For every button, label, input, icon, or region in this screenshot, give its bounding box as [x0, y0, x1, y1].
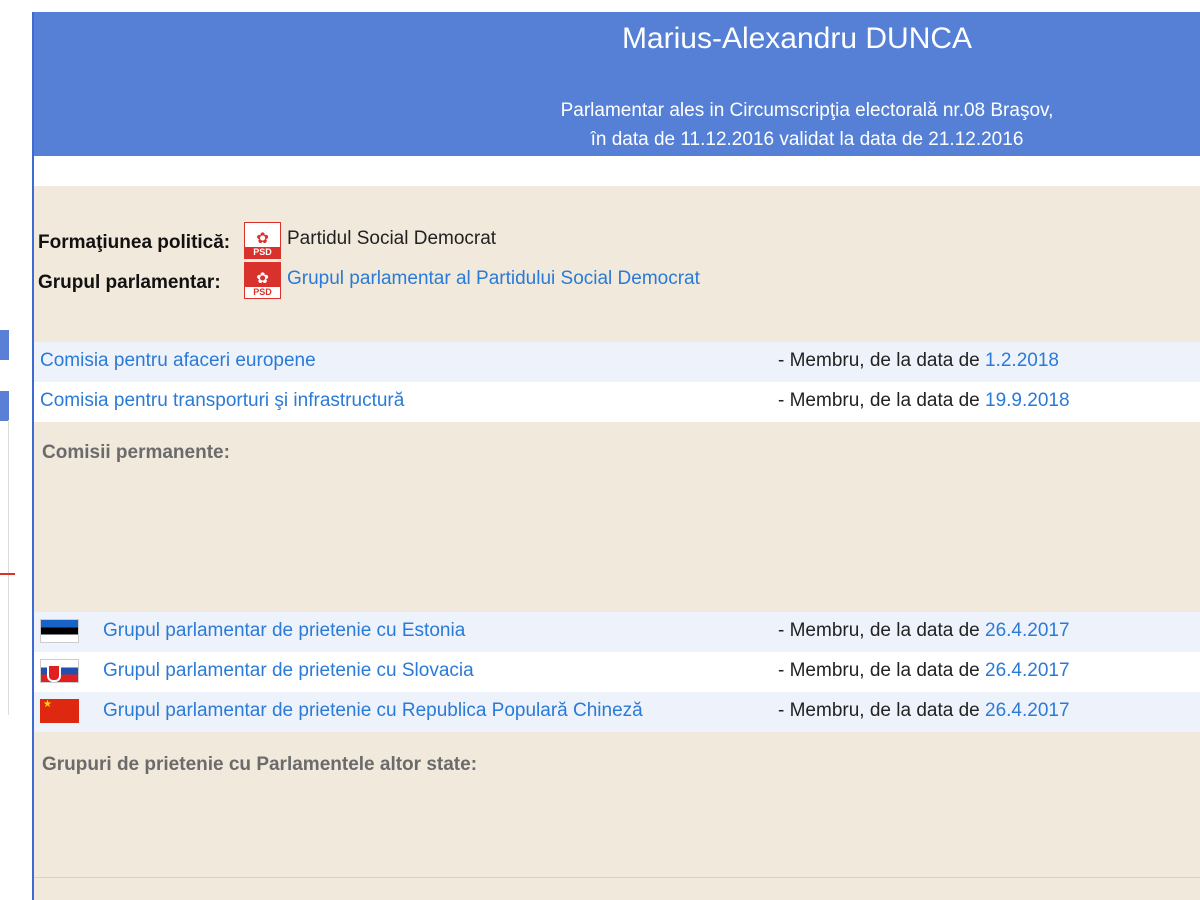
friendship-groups-section: Grupuri de prietenie cu Parlamentele alt… — [34, 732, 1200, 878]
slovakia-flag-icon — [40, 659, 79, 683]
membership-role: - Membru, de la data de — [778, 350, 985, 371]
section-title: Grupuri de prietenie cu Parlamentele alt… — [42, 754, 478, 775]
membership-date-link[interactable]: 19.9.2018 — [985, 390, 1070, 411]
sidebar-tab-fragment[interactable] — [0, 330, 9, 360]
membership-role: - Membru, de la data de — [778, 390, 985, 411]
commission-link[interactable]: Comisia pentru afaceri europene — [40, 350, 316, 372]
china-flag-icon — [40, 699, 79, 723]
friendship-group-link[interactable]: Grupul parlamentar de prietenie cu Repub… — [103, 700, 643, 722]
friendship-row: Grupul parlamentar de prietenie cu Slova… — [34, 652, 1200, 692]
friendship-group-link[interactable]: Grupul parlamentar de prietenie cu Eston… — [103, 620, 465, 642]
deputy-name: Marius-Alexandru DUNCA — [621, 22, 973, 55]
rose-icon: ✿ — [256, 230, 269, 247]
membership-date-link[interactable]: 26.4.2017 — [985, 620, 1070, 641]
deputy-profile-panel: Marius-Alexandru DUNCA Parlamentar ales … — [32, 12, 1200, 900]
membership-info: - Membru, de la data de 26.4.2017 — [778, 620, 1070, 642]
election-info-line2: în data de 11.12.2016 validat la data de… — [590, 129, 1024, 150]
membership-info: - Membru, de la data de 19.9.2018 — [778, 390, 1070, 412]
left-sidebar-fragment — [0, 0, 33, 900]
friendship-row: Grupul parlamentar de prietenie cu Eston… — [34, 612, 1200, 652]
formation-value: Partidul Social Democrat — [287, 228, 497, 249]
psd-logo-text: PSD — [245, 247, 280, 258]
membership-info: - Membru, de la data de 1.2.2018 — [778, 350, 1059, 372]
membership-role: - Membru, de la data de — [778, 700, 985, 721]
psd-logo-text: PSD — [245, 287, 280, 298]
psd-group-logo-icon: ✿ PSD — [244, 262, 281, 299]
party-info: Formaţiunea politică: ✿ PSD Partidul Soc… — [34, 186, 1200, 342]
election-info-line1: Parlamentar ales in Circumscripţia elect… — [560, 100, 1054, 121]
election-info: Parlamentar ales in Circumscripţia elect… — [34, 96, 1200, 154]
sidebar-tab-fragment[interactable] — [0, 391, 9, 421]
friendship-group-link[interactable]: Grupul parlamentar de prietenie cu Slova… — [103, 660, 474, 682]
estonia-flag-icon — [40, 619, 79, 643]
membership-role: - Membru, de la data de — [778, 620, 985, 641]
formation-label: Formaţiunea politică: — [38, 232, 231, 253]
header-spacer — [34, 156, 1200, 186]
membership-role: - Membru, de la data de — [778, 660, 985, 681]
commission-link[interactable]: Comisia pentru transporturi şi infrastru… — [40, 390, 404, 412]
membership-date-link[interactable]: 1.2.2018 — [985, 350, 1059, 371]
profile-header: Marius-Alexandru DUNCA Parlamentar ales … — [34, 12, 1200, 156]
permanent-commissions-section: Comisii permanente: — [34, 422, 1200, 612]
psd-logo-icon: ✿ PSD — [244, 222, 281, 259]
commission-row: Comisia pentru afaceri europene - Membru… — [34, 342, 1200, 382]
group-label: Grupul parlamentar: — [38, 272, 221, 293]
section-title: Comisii permanente: — [42, 442, 230, 463]
membership-date-link[interactable]: 26.4.2017 — [985, 660, 1070, 681]
membership-info: - Membru, de la data de 26.4.2017 — [778, 660, 1070, 682]
sidebar-marker — [0, 573, 15, 575]
rose-icon: ✿ — [256, 270, 269, 287]
group-link[interactable]: Grupul parlamentar al Partidului Social … — [287, 268, 700, 290]
commission-row: Comisia pentru transporturi şi infrastru… — [34, 382, 1200, 422]
membership-info: - Membru, de la data de 26.4.2017 — [778, 700, 1070, 722]
sidebar-divider — [0, 420, 9, 715]
membership-date-link[interactable]: 26.4.2017 — [985, 700, 1070, 721]
friendship-row: Grupul parlamentar de prietenie cu Repub… — [34, 692, 1200, 732]
